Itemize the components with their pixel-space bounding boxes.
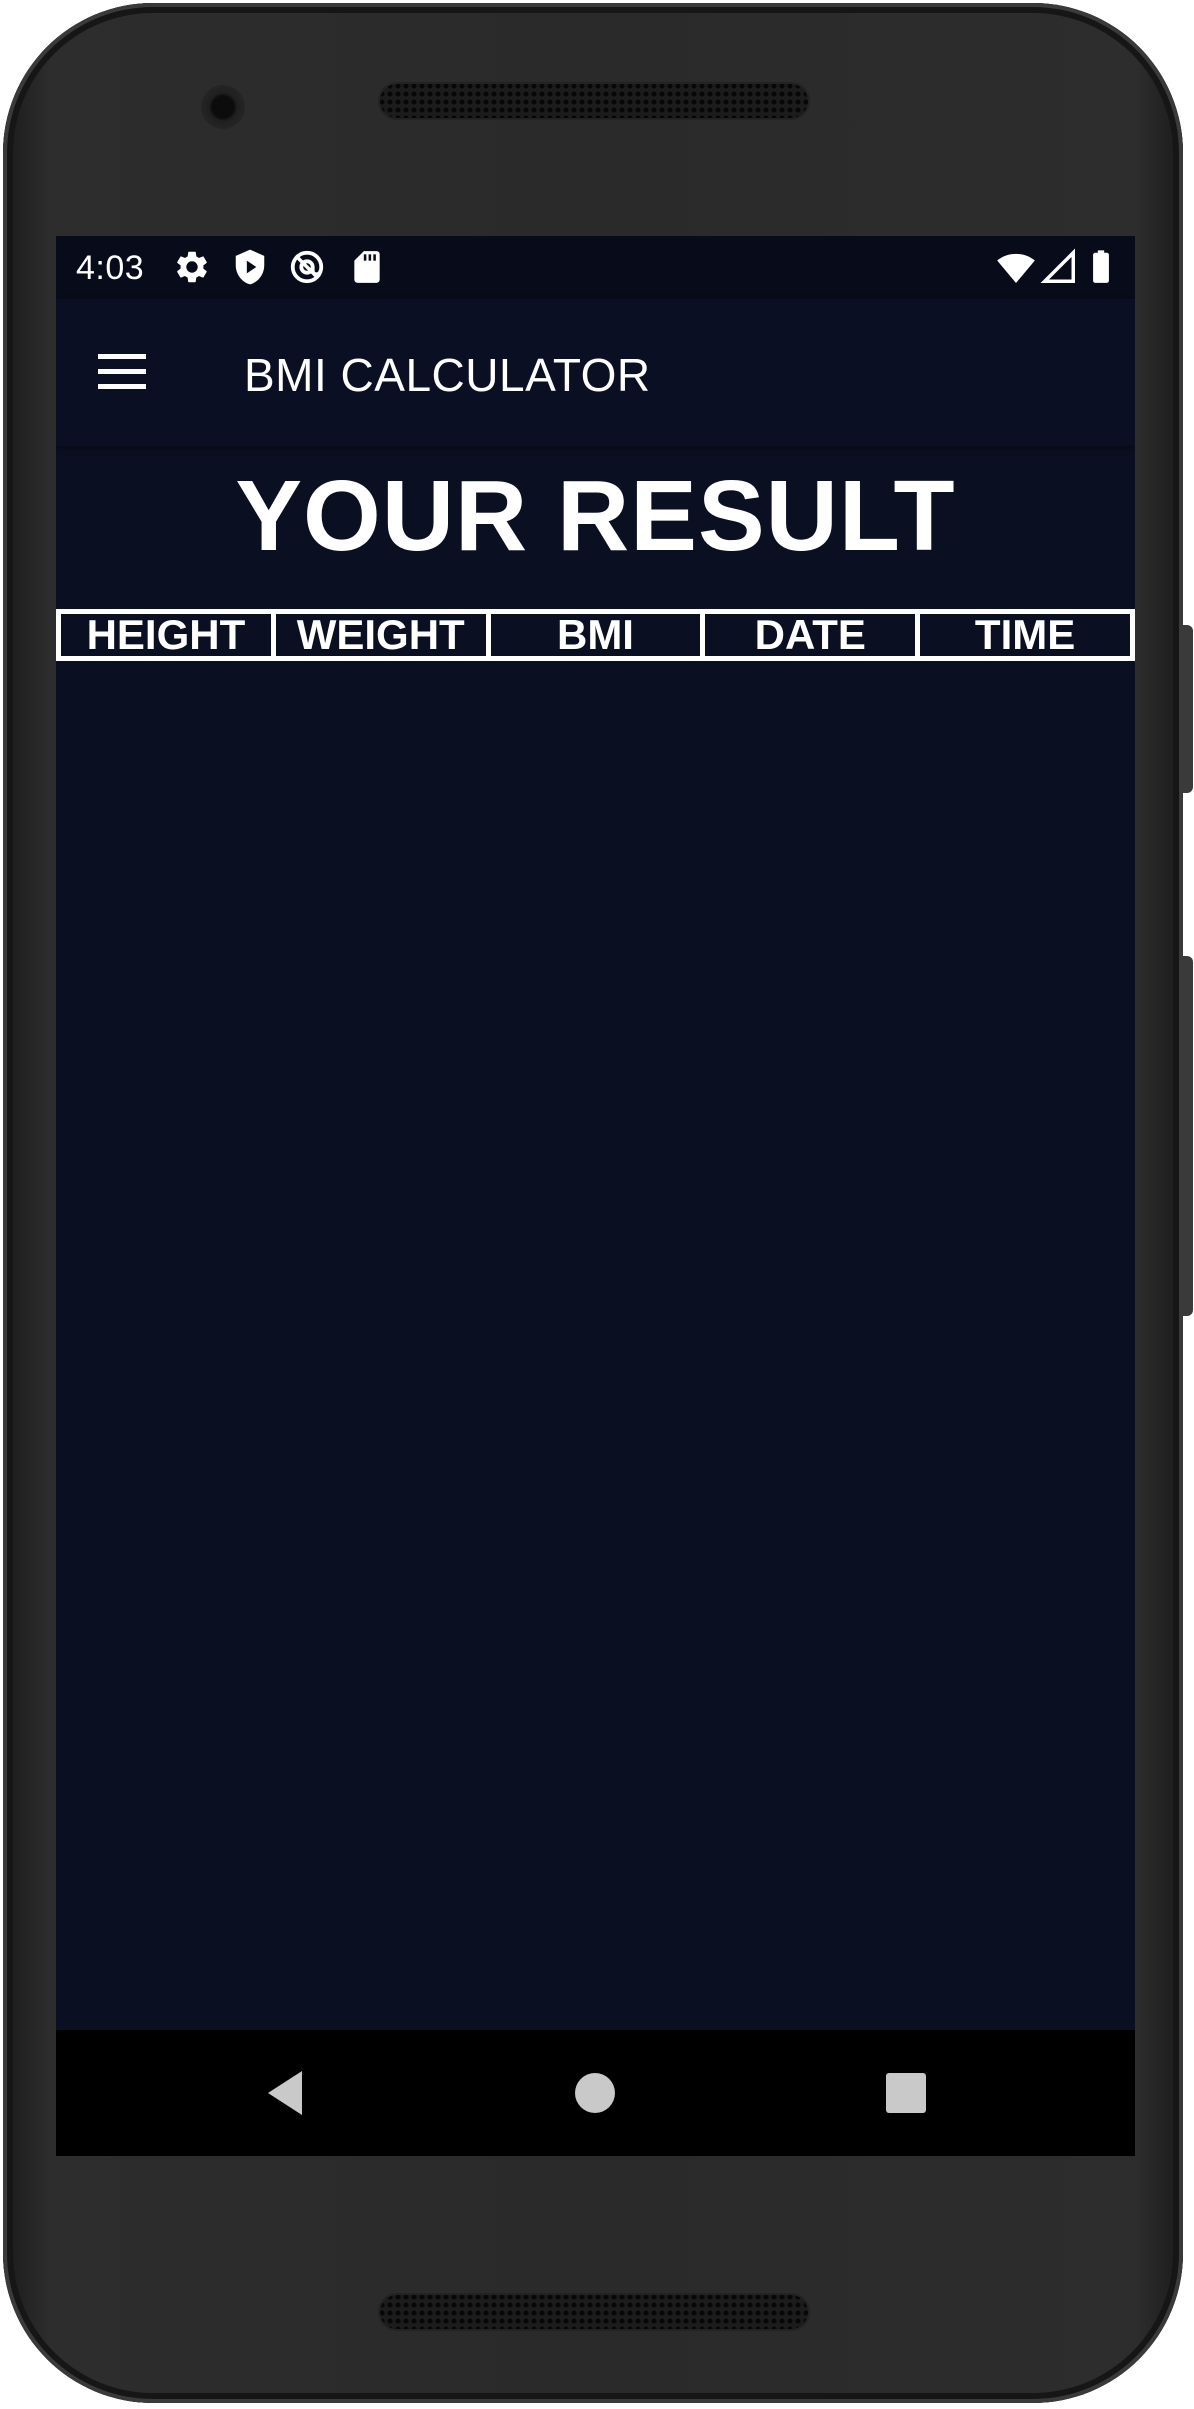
- front-camera: [201, 85, 245, 129]
- settings-icon: [177, 251, 207, 283]
- back-icon[interactable]: [260, 2066, 314, 2120]
- shield-play-icon: [235, 249, 265, 285]
- app-bar: BMI CALCULATOR: [56, 299, 1135, 446]
- column-header-date: DATE: [705, 614, 921, 656]
- at-sign-icon: [290, 250, 324, 284]
- column-header-height: HEIGHT: [61, 614, 276, 656]
- battery-icon: [1093, 250, 1109, 283]
- column-header-bmi: BMI: [491, 614, 706, 656]
- status-time: 4:03: [76, 249, 145, 287]
- results-table-header: HEIGHT WEIGHT BMI DATE TIME: [56, 609, 1135, 661]
- volume-button: [1183, 625, 1193, 793]
- menu-icon[interactable]: [98, 352, 150, 392]
- navigation-bar: [56, 2030, 1135, 2156]
- wifi-icon: [997, 253, 1035, 283]
- column-header-weight: WEIGHT: [276, 614, 491, 656]
- home-icon[interactable]: [568, 2066, 622, 2120]
- app-title: BMI CALCULATOR: [244, 349, 651, 401]
- page-title: YOUR RESULT: [235, 460, 956, 572]
- top-speaker-grille: [378, 82, 810, 120]
- sd-card-icon: [354, 251, 380, 283]
- status-bar: 4:03: [56, 236, 1135, 299]
- cell-signal-icon: [1040, 248, 1075, 283]
- recents-icon[interactable]: [879, 2066, 933, 2120]
- phone-frame: 4:03 BMI CALCULATOR YOUR RESULT HEIGHT W…: [3, 3, 1193, 2403]
- column-header-time: TIME: [974, 614, 1076, 656]
- power-button: [1183, 956, 1193, 1316]
- screen: 4:03 BMI CALCULATOR YOUR RESULT HEIGHT W…: [56, 236, 1135, 2156]
- bottom-speaker-grille: [378, 2293, 810, 2331]
